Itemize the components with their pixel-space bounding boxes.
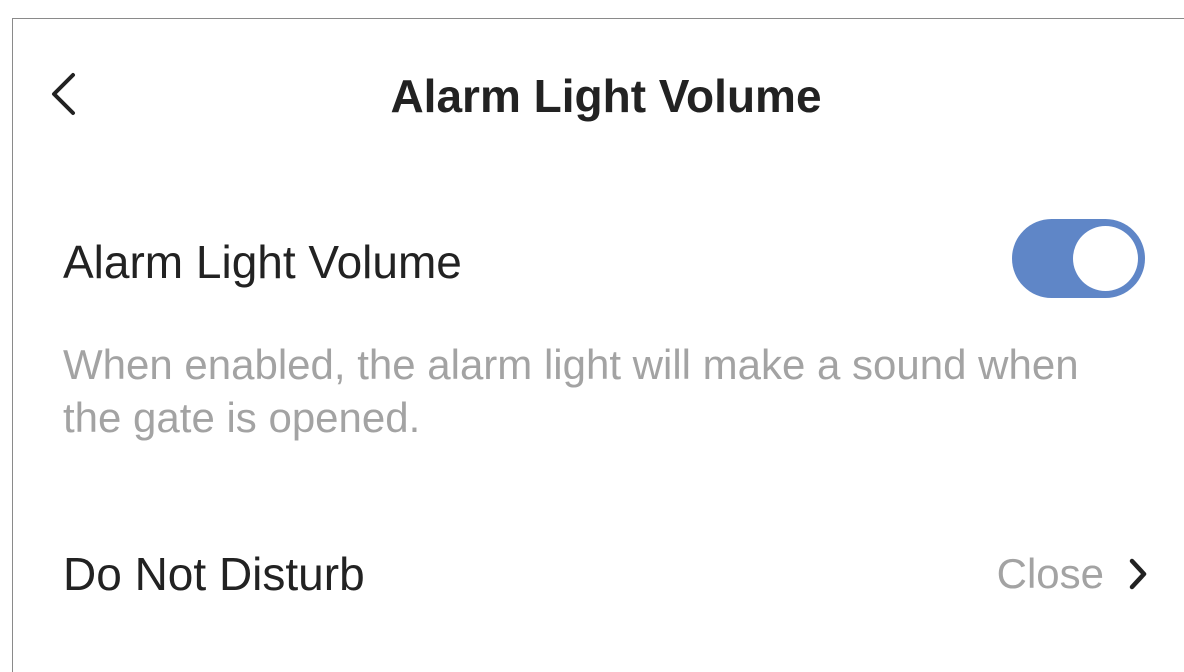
page-title: Alarm Light Volume [390,70,822,122]
alarm-light-volume-label: Alarm Light Volume [63,236,462,288]
alarm-light-volume-description: When enabled, the alarm light will make … [63,341,1079,441]
toggle-knob [1073,226,1138,291]
do-not-disturb-value: Close [996,550,1104,597]
alarm-light-volume-toggle[interactable] [1012,219,1145,298]
chevron-right-icon [1120,556,1156,592]
do-not-disturb-label: Do Not Disturb [63,548,365,600]
do-not-disturb-row[interactable]: Do Not Disturb Close [0,530,1184,620]
